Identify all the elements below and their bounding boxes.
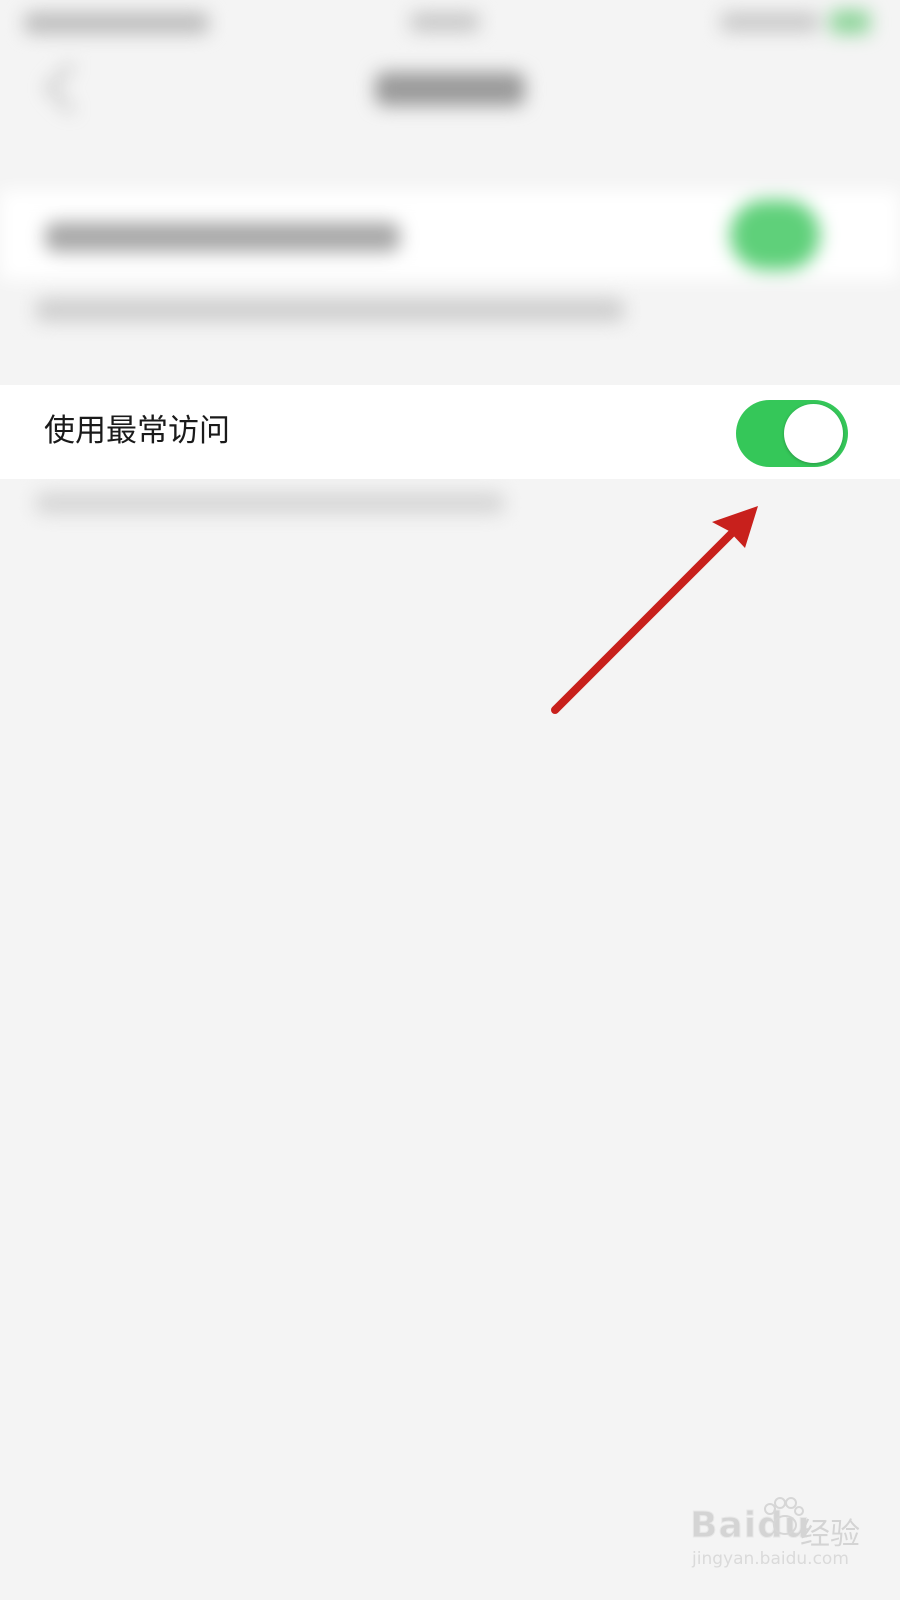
blurred-description <box>35 492 505 514</box>
blurred-setting-label <box>45 222 400 252</box>
watermark-cn: 经验 <box>800 1517 860 1552</box>
watermark-url: jingyan.baidu.com <box>692 1549 849 1569</box>
status-bar-center <box>410 12 480 32</box>
blurred-toggle <box>730 200 820 270</box>
setting-row-most-visited[interactable]: 使用最常访问 <box>0 385 900 479</box>
blurred-background <box>0 0 900 620</box>
back-icon <box>44 62 96 114</box>
nav-title <box>375 72 525 106</box>
paw-icon <box>764 1497 804 1535</box>
blurred-description <box>35 298 625 322</box>
setting-label: 使用最常访问 <box>44 413 230 449</box>
watermark: Baidu 经验 jingyan.baidu.com <box>689 1497 860 1575</box>
most-visited-toggle[interactable] <box>736 400 848 467</box>
status-bar-right <box>720 12 820 32</box>
battery-icon <box>830 10 870 34</box>
toggle-knob <box>784 404 843 463</box>
status-bar <box>0 0 900 50</box>
settings-screen: 使用最常访问 Baidu 经验 jingyan.baidu.com <box>0 0 900 1600</box>
status-bar-left <box>24 12 209 34</box>
